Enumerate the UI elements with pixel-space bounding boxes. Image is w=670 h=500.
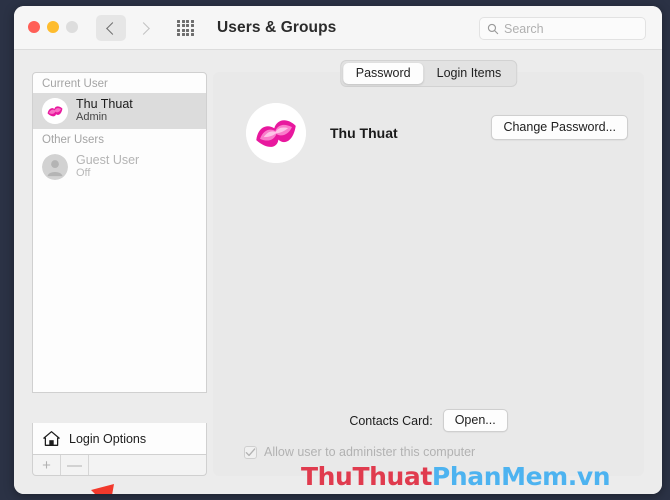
person-avatar	[42, 153, 68, 180]
preferences-window: Users & Groups Current User	[14, 6, 662, 494]
sidebar-item-guest-user[interactable]: Guest User Off	[33, 149, 206, 185]
search-input[interactable]	[504, 21, 624, 36]
sidebar-user-status: Off	[76, 167, 91, 180]
remove-user-button[interactable]: —	[61, 455, 89, 475]
watermark: ThuThuatPhanMem.vn	[301, 462, 611, 491]
chevron-left-icon	[106, 21, 119, 35]
checkmark-icon	[245, 447, 256, 456]
tab-password[interactable]: Password	[342, 63, 424, 84]
login-options-label: Login Options	[69, 431, 147, 446]
lips-avatar[interactable]	[246, 103, 306, 163]
minimize-window-button[interactable]	[47, 21, 59, 33]
forward-button[interactable]	[130, 15, 160, 41]
contacts-card-label: Contacts Card:	[349, 413, 433, 428]
admin-checkbox-label: Allow user to administer this computer	[264, 445, 476, 459]
back-button[interactable]	[96, 15, 126, 41]
group-header-current-user: Current User	[42, 78, 108, 90]
search-icon	[487, 23, 499, 34]
tab-bar: Password Login Items	[339, 60, 518, 87]
chevron-right-icon	[137, 21, 150, 35]
account-row: Thu Thuat Change Password...	[213, 103, 644, 163]
main-panel: Password Login Items Thu Thuat Change Pa…	[213, 60, 644, 476]
sidebar-user-name: Thu Thuat	[76, 97, 133, 112]
open-contacts-card-button[interactable]: Open...	[442, 409, 508, 432]
page-title: Users & Groups	[217, 19, 337, 36]
contacts-card-row: Contacts Card: Open...	[213, 409, 644, 432]
tab-login-items[interactable]: Login Items	[424, 63, 515, 84]
sidebar-user-name: Guest User	[76, 153, 140, 168]
red-arrow-annotation	[91, 484, 114, 494]
watermark-part-2: PhanMem.vn	[431, 462, 611, 491]
users-sidebar[interactable]: Current User Thu Thuat Admin Other Users…	[32, 72, 207, 393]
group-header-other-users: Other Users	[42, 134, 104, 146]
admin-checkbox-row[interactable]: Allow user to administer this computer	[244, 445, 475, 459]
search-box[interactable]	[479, 17, 646, 40]
home-icon	[43, 431, 60, 446]
titlebar: Users & Groups	[14, 6, 662, 50]
add-remove-user-bar: + —	[32, 455, 207, 476]
window-body: Current User Thu Thuat Admin Other Users…	[14, 50, 662, 494]
maximize-window-button[interactable]	[66, 21, 78, 33]
admin-checkbox[interactable]	[244, 445, 257, 459]
sidebar-user-status: Admin	[76, 111, 108, 124]
add-user-button[interactable]: +	[33, 455, 61, 475]
sidebar-item-login-options[interactable]: Login Options	[32, 423, 207, 455]
change-password-button[interactable]: Change Password...	[491, 115, 628, 140]
grid-apps-icon[interactable]	[177, 20, 194, 36]
close-window-button[interactable]	[28, 21, 40, 33]
lips-avatar	[42, 97, 68, 124]
watermark-part-1: ThuThuat	[301, 462, 432, 491]
sidebar-item-thu-thuat[interactable]: Thu Thuat Admin	[33, 93, 206, 129]
account-name: Thu Thuat	[330, 125, 398, 141]
